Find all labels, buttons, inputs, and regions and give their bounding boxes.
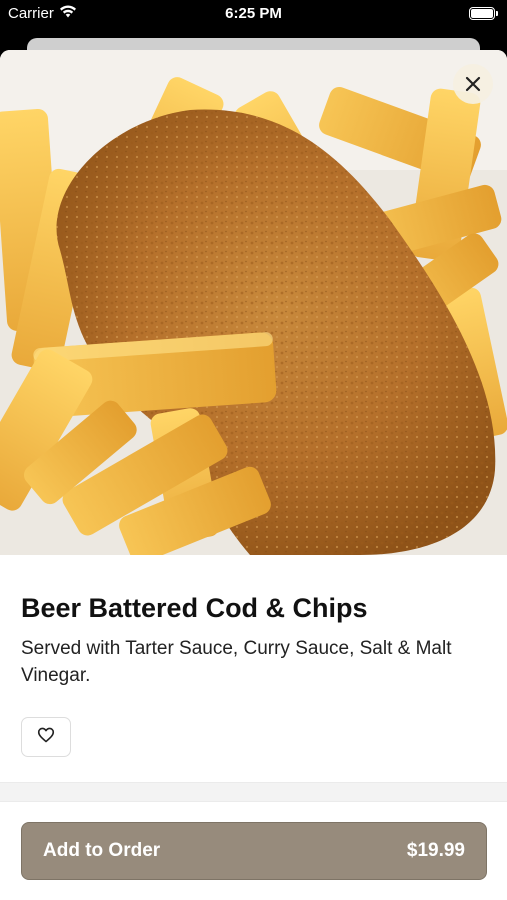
close-button[interactable] <box>453 64 493 104</box>
status-bar: Carrier 6:25 PM <box>0 0 507 30</box>
close-icon <box>465 76 481 92</box>
heart-icon <box>37 727 55 748</box>
price-label: $19.99 <box>406 840 465 861</box>
item-title: Beer Battered Cod & Chips <box>21 593 368 623</box>
status-time: 6:25 PM <box>225 5 282 22</box>
section-divider <box>0 782 507 802</box>
item-description: Served with Tarter Sauce, Curry Sauce, S… <box>21 638 452 686</box>
add-to-order-label: Add to Order <box>43 840 161 861</box>
add-to-order-button[interactable]: Add to Order $19.99 <box>21 822 487 880</box>
battery-icon <box>469 7 498 20</box>
food-photo <box>0 50 507 555</box>
favorite-button[interactable] <box>21 717 71 757</box>
item-detail-sheet: Beer Battered Cod & Chips Served with Ta… <box>0 50 507 900</box>
